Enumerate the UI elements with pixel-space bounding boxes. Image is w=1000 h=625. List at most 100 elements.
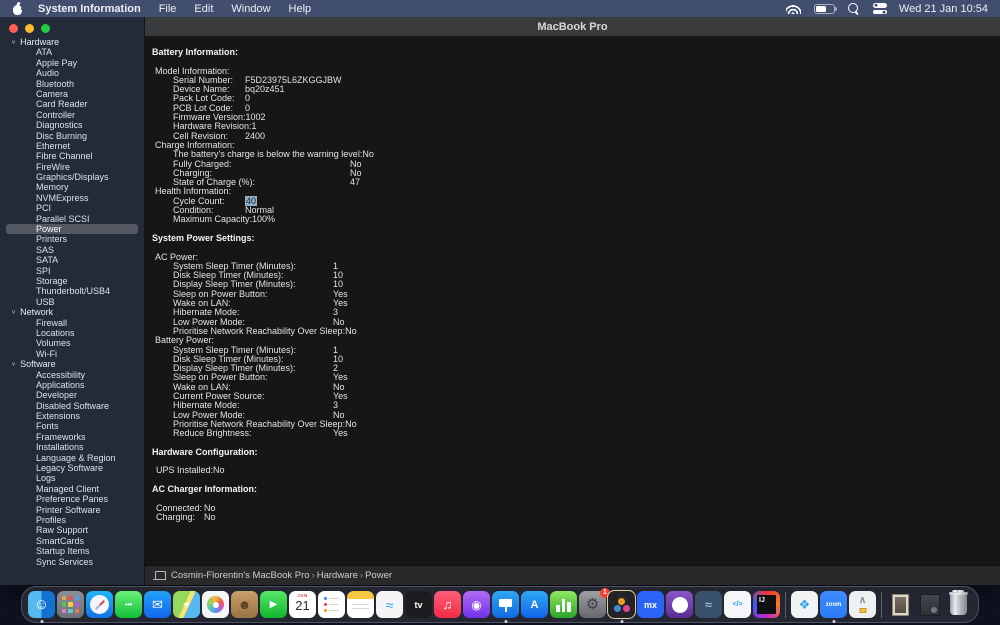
- sidebar-item-audio[interactable]: Audio: [6, 68, 138, 78]
- davinci-resolve-icon[interactable]: [607, 590, 636, 623]
- sidebar-item-managed-client[interactable]: Managed Client: [6, 484, 138, 494]
- sidebar-item-language-region[interactable]: Language & Region: [6, 453, 138, 463]
- sidebar-item-memory[interactable]: Memory: [6, 182, 138, 192]
- menu-window[interactable]: Window: [231, 3, 270, 15]
- sidebar-item-sync-services[interactable]: Sync Services: [6, 557, 138, 567]
- zoom-button[interactable]: [41, 24, 50, 33]
- sidebar-item-thunderbolt-usb4[interactable]: Thunderbolt/USB4: [6, 286, 138, 296]
- sidebar-item-preference-panes[interactable]: Preference Panes: [6, 494, 138, 504]
- wifi-icon[interactable]: [786, 4, 801, 14]
- sidebar-item-ethernet[interactable]: Ethernet: [6, 141, 138, 151]
- sidebar-item-raw-support[interactable]: Raw Support: [6, 525, 138, 535]
- breadcrumb-item-cosmin-florentin-s-macbook-pro[interactable]: Cosmin-Florentin's MacBook Pro: [171, 570, 310, 581]
- sidebar-item-parallel-scsi[interactable]: Parallel SCSI: [6, 214, 138, 224]
- menu-help[interactable]: Help: [289, 3, 312, 15]
- sidebar-item-firewall[interactable]: Firewall: [6, 318, 138, 328]
- sidebar-item-bluetooth[interactable]: Bluetooth: [6, 79, 138, 89]
- window-title-bar[interactable]: MacBook Pro: [145, 17, 1000, 37]
- sidebar-item-printer-software[interactable]: Printer Software: [6, 505, 138, 515]
- sidebar-item-storage[interactable]: Storage: [6, 276, 138, 286]
- sidebar-group-hardware[interactable]: ∨ Hardware: [0, 37, 144, 47]
- mail-icon[interactable]: ✉: [144, 591, 171, 618]
- active-app-name[interactable]: System Information: [38, 3, 141, 15]
- sidebar-item-sata[interactable]: SATA: [6, 255, 138, 265]
- apple-logo-icon[interactable]: [12, 1, 26, 15]
- sidebar-item-usb[interactable]: USB: [6, 297, 138, 307]
- sidebar-group-software[interactable]: ∨ Software: [0, 359, 144, 369]
- finder-icon[interactable]: ☺: [28, 591, 55, 623]
- close-button[interactable]: [9, 24, 18, 33]
- keynote-icon[interactable]: [492, 591, 519, 623]
- sidebar-item-profiles[interactable]: Profiles: [6, 515, 138, 525]
- intellij-idea-icon[interactable]: IJ: [753, 591, 780, 618]
- sidebar-item-logs[interactable]: Logs: [6, 473, 138, 483]
- sidebar-item-diagnostics[interactable]: Diagnostics: [6, 120, 138, 130]
- archive-utility-icon[interactable]: ∧: [849, 591, 876, 618]
- mx-icon[interactable]: mx: [637, 591, 664, 618]
- sidebar-item-controller[interactable]: Controller: [6, 110, 138, 120]
- search-icon[interactable]: [847, 2, 860, 15]
- minimize-button[interactable]: [25, 24, 34, 33]
- podcasts-icon[interactable]: ◉: [463, 591, 490, 618]
- apple-tv-icon[interactable]: tv: [405, 591, 432, 618]
- sidebar-item-legacy-software[interactable]: Legacy Software: [6, 463, 138, 473]
- menu-file[interactable]: File: [159, 3, 177, 15]
- passwords-icon[interactable]: ❖: [791, 591, 818, 618]
- sidebar-item-applications[interactable]: Applications: [6, 380, 138, 390]
- calendar-icon[interactable]: JAN 21: [289, 591, 316, 618]
- notes-icon[interactable]: [347, 591, 374, 618]
- github-icon[interactable]: [666, 591, 693, 618]
- sidebar-item-pci[interactable]: PCI: [6, 203, 138, 213]
- sidebar-item-installations[interactable]: Installations: [6, 442, 138, 452]
- report-content[interactable]: Battery Information: Model Information: Se…: [145, 37, 1000, 565]
- vscode-icon[interactable]: </>: [724, 591, 751, 618]
- menu-bar-clock[interactable]: Wed 21 Jan 10:54: [899, 3, 1000, 15]
- numbers-icon[interactable]: [550, 591, 577, 618]
- sidebar-item-apple-pay[interactable]: Apple Pay: [6, 58, 138, 68]
- sidebar-item-power[interactable]: Power: [6, 224, 138, 235]
- menu-edit[interactable]: Edit: [194, 3, 213, 15]
- sidebar-item-nvmexpress[interactable]: NVMExpress: [6, 193, 138, 203]
- sidebar-item-disc-burning[interactable]: Disc Burning: [6, 131, 138, 141]
- messages-icon[interactable]: •••: [115, 591, 142, 618]
- photos-icon[interactable]: [202, 591, 229, 618]
- sidebar-item-wi-fi[interactable]: Wi-Fi: [6, 349, 138, 359]
- sidebar-item-spi[interactable]: SPI: [6, 266, 138, 276]
- sidebar-item-firewire[interactable]: FireWire: [6, 162, 138, 172]
- sidebar-item-sas[interactable]: SAS: [6, 245, 138, 255]
- freeform-icon[interactable]: ≈: [376, 591, 403, 618]
- sidebar-item-card-reader[interactable]: Card Reader: [6, 99, 138, 109]
- trash-icon[interactable]: [945, 590, 972, 618]
- sidebar-group-network[interactable]: ∨ Network: [0, 307, 144, 317]
- sidebar-item-ata[interactable]: ATA: [6, 47, 138, 57]
- mysql-workbench-icon[interactable]: ≈: [695, 591, 722, 618]
- battery-icon[interactable]: [813, 3, 838, 14]
- sidebar-item-volumes[interactable]: Volumes: [6, 338, 138, 348]
- launchpad-icon[interactable]: [57, 591, 84, 618]
- sidebar-item-frameworks[interactable]: Frameworks: [6, 432, 138, 442]
- facetime-icon[interactable]: ▶: [260, 591, 287, 618]
- zoom-icon[interactable]: zoom: [820, 591, 847, 623]
- safari-icon[interactable]: [86, 591, 113, 618]
- reminders-icon[interactable]: [318, 591, 345, 618]
- sidebar-item-fonts[interactable]: Fonts: [6, 421, 138, 431]
- music-icon[interactable]: ♫: [434, 591, 461, 618]
- sidebar-item-disabled-software[interactable]: Disabled Software: [6, 401, 138, 411]
- system-settings-icon[interactable]: ⚙ 1: [579, 588, 610, 618]
- sidebar-item-camera[interactable]: Camera: [6, 89, 138, 99]
- sidebar-item-printers[interactable]: Printers: [6, 234, 138, 244]
- downloads-stack-icon[interactable]: [916, 591, 943, 618]
- maps-icon[interactable]: ➤: [173, 591, 200, 618]
- sidebar-item-smartcards[interactable]: SmartCards: [6, 536, 138, 546]
- control-center-icon[interactable]: [872, 3, 887, 14]
- sidebar-item-startup-items[interactable]: Startup Items: [6, 546, 138, 556]
- sidebar-item-fibre-channel[interactable]: Fibre Channel: [6, 151, 138, 161]
- sidebar-item-developer[interactable]: Developer: [6, 390, 138, 400]
- contacts-icon[interactable]: ☻: [231, 591, 258, 618]
- sidebar-item-accessibility[interactable]: Accessibility: [6, 370, 138, 380]
- sidebar-item-graphics-displays[interactable]: Graphics/Displays: [6, 172, 138, 182]
- breadcrumb-item-hardware[interactable]: Hardware: [317, 570, 358, 581]
- screenshot-file-icon[interactable]: [887, 591, 914, 618]
- app-store-icon[interactable]: A: [521, 591, 548, 618]
- sidebar-item-extensions[interactable]: Extensions: [6, 411, 138, 421]
